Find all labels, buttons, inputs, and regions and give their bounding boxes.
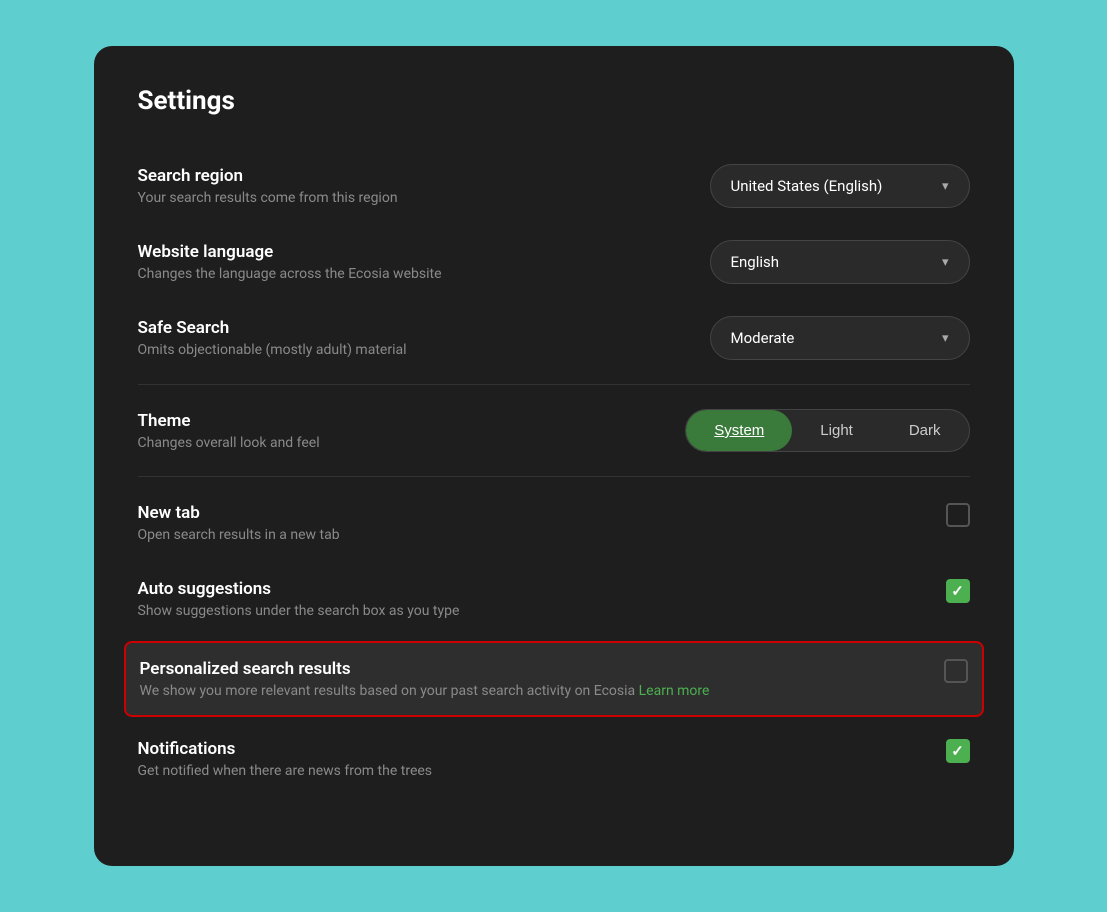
settings-title: Settings [138,86,970,116]
theme-toggle-group: System Light Dark [685,409,969,452]
notifications-row: Notifications Get notified when there ar… [138,721,970,797]
website-language-dropdown[interactable]: English ▾ [710,240,970,284]
notifications-info: Notifications Get notified when there ar… [138,739,906,779]
learn-more-link[interactable]: Learn more [639,683,710,699]
safe-search-info: Safe Search Omits objectionable (mostly … [138,318,670,358]
notifications-desc: Get notified when there are news from th… [138,763,906,779]
divider-2 [138,476,970,477]
theme-desc: Changes overall look and feel [138,435,646,451]
settings-panel: Settings Search region Your search resul… [94,46,1014,866]
new-tab-info: New tab Open search results in a new tab [138,503,906,543]
personalized-search-label: Personalized search results [140,659,904,679]
theme-light-button[interactable]: Light [792,410,881,451]
chevron-down-icon: ▾ [942,179,949,194]
website-language-label: Website language [138,242,670,262]
chevron-down-icon: ▾ [942,255,949,270]
auto-suggestions-control [946,579,970,603]
search-region-control: United States (English) ▾ [710,164,970,208]
search-region-value: United States (English) [731,177,883,195]
safe-search-dropdown[interactable]: Moderate ▾ [710,316,970,360]
theme-label: Theme [138,411,646,431]
new-tab-checkbox[interactable] [946,503,970,527]
website-language-control: English ▾ [710,240,970,284]
safe-search-control: Moderate ▾ [710,316,970,360]
website-language-info: Website language Changes the language ac… [138,242,670,282]
personalized-search-desc: We show you more relevant results based … [140,683,904,699]
notifications-control [946,739,970,763]
auto-suggestions-row: Auto suggestions Show suggestions under … [138,561,970,637]
notifications-label: Notifications [138,739,906,759]
personalized-search-checkbox[interactable] [944,659,968,683]
auto-suggestions-label: Auto suggestions [138,579,906,599]
theme-control: System Light Dark [685,409,969,452]
safe-search-desc: Omits objectionable (mostly adult) mater… [138,342,670,358]
theme-info: Theme Changes overall look and feel [138,411,646,451]
personalized-search-control [944,659,968,683]
auto-suggestions-checkbox[interactable] [946,579,970,603]
auto-suggestions-info: Auto suggestions Show suggestions under … [138,579,906,619]
personalized-search-info: Personalized search results We show you … [140,659,904,699]
search-region-dropdown[interactable]: United States (English) ▾ [710,164,970,208]
website-language-desc: Changes the language across the Ecosia w… [138,266,670,282]
divider-1 [138,384,970,385]
new-tab-row: New tab Open search results in a new tab [138,485,970,561]
theme-system-button[interactable]: System [686,410,792,451]
theme-dark-button[interactable]: Dark [881,410,969,451]
search-region-label: Search region [138,166,670,186]
chevron-down-icon: ▾ [942,331,949,346]
safe-search-row: Safe Search Omits objectionable (mostly … [138,300,970,376]
website-language-row: Website language Changes the language ac… [138,224,970,300]
safe-search-label: Safe Search [138,318,670,338]
theme-row: Theme Changes overall look and feel Syst… [138,393,970,468]
personalized-search-row: Personalized search results We show you … [124,641,984,717]
notifications-checkbox[interactable] [946,739,970,763]
new-tab-label: New tab [138,503,906,523]
new-tab-desc: Open search results in a new tab [138,527,906,543]
search-region-row: Search region Your search results come f… [138,148,970,224]
search-region-desc: Your search results come from this regio… [138,190,670,206]
new-tab-control [946,503,970,527]
website-language-value: English [731,253,780,271]
auto-suggestions-desc: Show suggestions under the search box as… [138,603,906,619]
search-region-info: Search region Your search results come f… [138,166,670,206]
safe-search-value: Moderate [731,329,795,347]
